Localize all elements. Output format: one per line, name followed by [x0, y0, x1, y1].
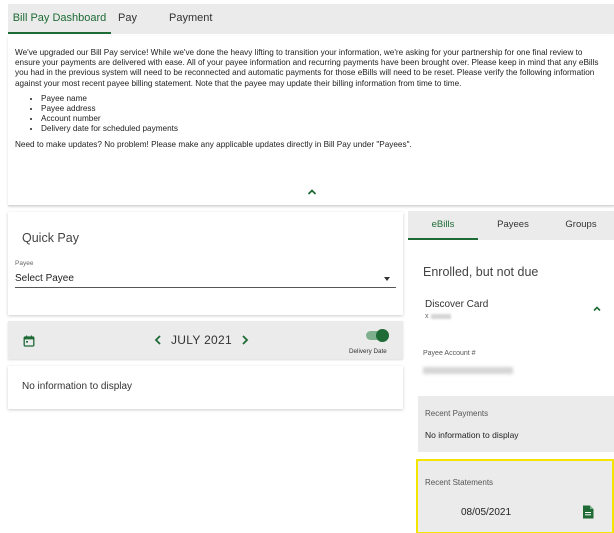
redacted-value — [430, 313, 451, 319]
recent-payments-section: Recent Payments No information to displa… — [418, 396, 614, 452]
tab-payment-activity[interactable]: Payment Activity — [169, 4, 249, 53]
chevron-up-icon[interactable] — [306, 186, 318, 198]
payee-account-label: Payee Account # — [423, 350, 476, 357]
chevron-left-icon[interactable] — [153, 334, 163, 346]
delivery-date-label: Delivery Date — [349, 348, 387, 355]
activity-empty-card: No information to display — [8, 366, 403, 409]
empty-state-text: No information to display — [22, 381, 133, 392]
notice-outro: Need to make updates? No problem! Please… — [15, 139, 412, 149]
quick-pay-card: Quick Pay Payee Select Payee — [8, 212, 403, 315]
redacted-account-number — [423, 367, 513, 374]
chevron-right-icon[interactable] — [240, 334, 250, 346]
payee-name: Discover Card — [425, 299, 489, 310]
tab-bill-pay-dashboard[interactable]: Bill Pay Dashboard — [8, 4, 111, 34]
recent-statements-section: Recent Statements 08/05/2021 — [416, 459, 614, 533]
quick-pay-title: Quick Pay — [22, 231, 79, 245]
list-item: Payee name — [41, 94, 609, 104]
ebills-panel: Enrolled, but not due Discover Card x Pa… — [408, 240, 614, 533]
chevron-up-icon[interactable] — [592, 304, 602, 314]
payee-account-masked: x — [425, 313, 451, 320]
list-item: Payee address — [41, 104, 609, 114]
list-item: Delivery date for scheduled payments — [41, 124, 609, 134]
account-prefix: x — [425, 313, 429, 320]
top-tab-bar: Bill Pay Dashboard Pay Bills Payment Act… — [8, 4, 614, 53]
calendar-bar: JULY 2021 Delivery Date — [8, 321, 403, 359]
notice-body: We've upgraded our Bill Pay service! Whi… — [15, 48, 609, 150]
recent-payments-header: Recent Payments — [425, 409, 489, 418]
dropdown-arrow-icon — [384, 277, 390, 281]
tab-ebills[interactable]: eBills — [408, 211, 478, 240]
tab-pay-bills[interactable]: Pay Bills — [118, 4, 158, 53]
current-month: JULY 2021 — [171, 333, 232, 347]
tab-payees[interactable]: Payees — [478, 211, 548, 240]
recent-statements-header: Recent Statements — [425, 478, 494, 487]
payee-field-label: Payee — [15, 260, 34, 267]
calendar-icon[interactable] — [23, 335, 35, 347]
statement-date-link[interactable]: 08/05/2021 — [461, 507, 511, 518]
payee-select[interactable]: Select Payee — [15, 271, 396, 288]
right-tab-bar: eBills Payees Groups — [408, 211, 614, 240]
document-icon[interactable] — [582, 505, 594, 519]
payee-select-value: Select Payee — [15, 273, 74, 284]
toggle-knob — [376, 329, 389, 342]
notice-checklist: Payee name Payee address Account number … — [15, 94, 609, 135]
delivery-date-toggle[interactable] — [366, 329, 389, 342]
tab-groups[interactable]: Groups — [548, 211, 614, 240]
notice-intro: We've upgraded our Bill Pay service! Whi… — [15, 48, 599, 88]
recent-payments-empty: No information to display — [425, 430, 519, 440]
upgrade-notice-card: We've upgraded our Bill Pay service! Whi… — [8, 36, 614, 206]
ebill-status-title: Enrolled, but not due — [423, 265, 539, 279]
list-item: Account number — [41, 114, 609, 124]
